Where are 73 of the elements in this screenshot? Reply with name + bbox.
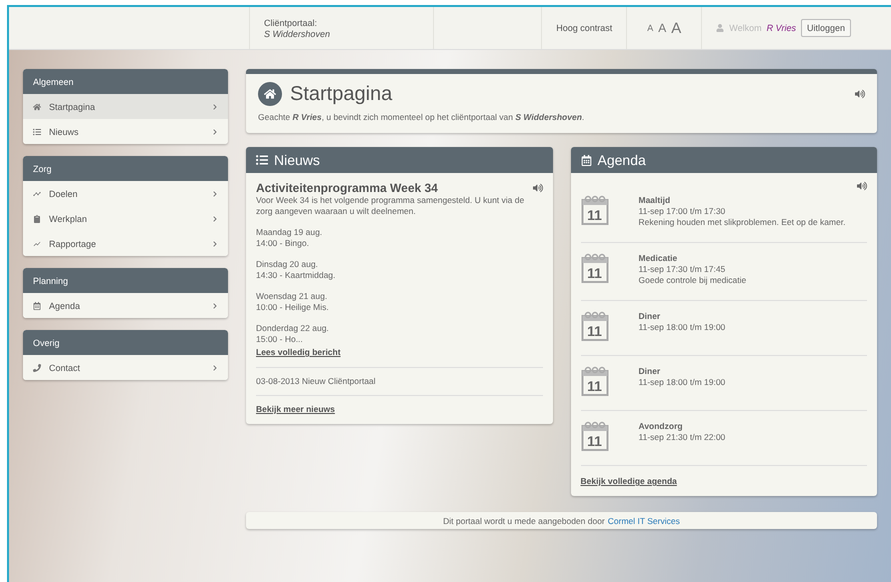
sidebar-item[interactable]: Doelen	[23, 181, 228, 206]
news-event: 10:00 - Heilige Mis.	[256, 302, 330, 313]
sidebar-item[interactable]: Rapportage	[23, 231, 228, 256]
news-title: Nieuws	[274, 152, 320, 168]
event-time: 11-sep 18:00 t/m 19:00	[638, 322, 726, 333]
event-title: Maaltijd	[638, 195, 672, 206]
list-icon	[256, 154, 268, 166]
portal-label: Cliëntportaal:	[264, 18, 318, 28]
chevron-icon	[212, 240, 218, 246]
event-title: Medicatie	[638, 253, 678, 264]
read-more-link[interactable]: Lees volledig bericht	[256, 347, 542, 357]
news-day: Maandag 19 aug.	[256, 227, 542, 238]
logout-button[interactable]: Uitloggen	[800, 19, 851, 37]
phone-icon	[33, 364, 41, 372]
footer-text: Dit portaal wordt u mede aangeboden door	[443, 516, 605, 526]
news-event: 15:00 - Ho...	[256, 334, 304, 345]
menu-group-title: Overig	[23, 330, 228, 355]
menu-group-title: Zorg	[23, 156, 228, 181]
sidebar-item[interactable]: Contact	[23, 355, 228, 380]
event-title: Diner	[638, 311, 662, 322]
news-intro: Voor Week 34 is het volgende programma samengesteld. U kunt via de zorg aangeven waaraan u wilt deelnemen.	[256, 195, 526, 217]
chevron-icon	[212, 104, 218, 110]
news-event: 14:00 - Bingo.	[256, 238, 310, 249]
portal-name: S Widdershoven	[264, 28, 330, 38]
news-day: Woensdag 21 aug.	[256, 291, 542, 302]
news-item-title: Activiteitenprogramma Week 34	[256, 181, 438, 195]
menu-group-title: Planning	[23, 268, 228, 293]
event-note: Goede controle bij medicatie	[638, 275, 746, 286]
event-time: 11-sep 17:00 t/m 17:30	[638, 206, 726, 217]
calendar-icon	[580, 154, 592, 166]
more-news-link[interactable]: Bekijk meer nieuws	[256, 404, 542, 414]
menu-group-title: Algemeen	[23, 69, 228, 94]
greeting-text: Geachte R Vries, u bevindt zich momenteel op het cliëntportaal van S Widdershoven.	[258, 112, 586, 123]
event-time: 11-sep 18:00 t/m 19:00	[638, 377, 726, 388]
news-day: Dinsdag 20 aug.	[256, 259, 542, 270]
sidebar-item[interactable]: Werkplan	[23, 206, 228, 231]
event-title: Diner	[638, 366, 662, 377]
news-link[interactable]: 03-08-2013 Nieuw Cliëntportaal	[256, 376, 542, 387]
agenda-title: Agenda	[598, 152, 646, 168]
chevron-icon	[212, 302, 218, 308]
event-note: Rekening houden met slikproblemen. Eet op de kamer.	[638, 217, 846, 228]
event-title: Avondzorg	[638, 421, 684, 432]
sidebar-item[interactable]: Startpagina	[23, 94, 228, 119]
sidebar-item[interactable]: Nieuws	[23, 119, 228, 144]
chevron-icon	[212, 128, 218, 134]
calendar-icon	[33, 302, 41, 310]
list-icon	[33, 128, 41, 136]
event-time: 11-sep 21:30 t/m 22:00	[638, 432, 726, 443]
chevron-icon	[212, 190, 218, 196]
chevron-icon	[212, 364, 218, 370]
speaker-icon[interactable]	[855, 89, 865, 99]
user-icon	[716, 24, 724, 32]
font-size-button[interactable]: A	[671, 20, 682, 36]
speaker-icon[interactable]	[857, 181, 867, 191]
full-agenda-link[interactable]: Bekijk volledige agenda	[580, 476, 867, 486]
chevron-icon	[212, 216, 218, 222]
event-time: 11-sep 17:30 t/m 17:45	[638, 264, 726, 275]
sidebar-item[interactable]: Agenda	[23, 293, 228, 318]
contrast-link[interactable]: Hoog contrast	[556, 23, 612, 33]
clipboard-icon	[33, 214, 41, 222]
welcome-text: Welkom	[729, 23, 762, 33]
pulse-icon	[33, 240, 41, 248]
news-event: 14:30 - Kaartmiddag.	[256, 270, 336, 281]
font-size-button[interactable]: A	[658, 21, 666, 35]
company-link[interactable]: Cormel IT Services	[608, 516, 680, 526]
speaker-icon[interactable]	[532, 183, 542, 193]
news-day: Donderdag 22 aug.	[256, 323, 542, 334]
line-icon	[33, 190, 41, 198]
user-name: R Vries	[766, 23, 796, 33]
home-icon	[258, 82, 282, 106]
house-icon	[33, 102, 41, 110]
page-title: Startpagina	[290, 82, 392, 106]
font-size-button[interactable]: A	[647, 23, 654, 33]
